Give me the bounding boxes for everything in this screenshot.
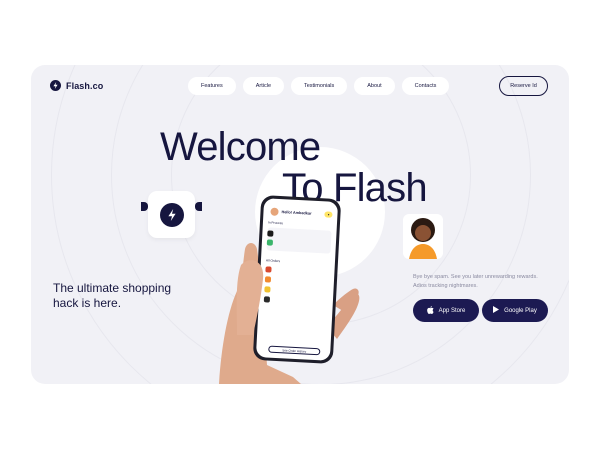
- reserve-id-button[interactable]: Reserve Id: [499, 76, 548, 96]
- nav-item-features[interactable]: Features: [188, 77, 236, 95]
- tile-notch-left: [141, 202, 148, 211]
- google-play-button[interactable]: Google Play: [482, 299, 548, 322]
- flash-logo-icon: [159, 202, 184, 227]
- phone-screen: Hello! Ambedkar ● In Process All Orders …: [255, 198, 339, 361]
- phone-view-orders-button: See Order History: [268, 345, 321, 356]
- hero-tagline: The ultimate shopping hack is here.: [53, 281, 172, 310]
- phone-section-in-process: In Process: [267, 220, 284, 226]
- flash-logo-icon: [50, 80, 61, 91]
- apple-icon: [426, 305, 434, 316]
- nav-item-about[interactable]: About: [354, 77, 395, 95]
- nav-item-article[interactable]: Article: [242, 77, 284, 95]
- phone-greeting: Hello! Ambedkar: [281, 210, 312, 216]
- app-store-button[interactable]: App Store: [413, 299, 479, 322]
- app-store-label: App Store: [438, 307, 466, 314]
- phone-greeting-row: Hello! Ambedkar ●: [270, 207, 333, 219]
- top-nav: Features Article Testimonials About Cont…: [188, 77, 450, 95]
- phone-mockup: Hello! Ambedkar ● In Process All Orders …: [252, 195, 342, 364]
- brand-logo[interactable]: Flash.co: [50, 80, 103, 91]
- phone-avatar: [270, 207, 279, 216]
- phone-section-all-orders: All Orders: [265, 258, 281, 264]
- testimonial-avatar: [403, 214, 443, 259]
- phone-order-row: [263, 295, 328, 306]
- brand-name: Flash.co: [66, 80, 104, 91]
- hero-title-line1: Welcome: [160, 125, 321, 169]
- nav-item-testimonials[interactable]: Testimonials: [291, 77, 348, 95]
- points-badge: ●: [324, 211, 333, 218]
- google-play-label: Google Play: [504, 307, 537, 314]
- play-icon: [493, 306, 500, 315]
- nav-item-contacts[interactable]: Contacts: [401, 77, 450, 95]
- tile-notch-right: [195, 202, 202, 211]
- flash-app-tile: [148, 191, 195, 238]
- hero-blurb: Bye bye spam. See you later unrewarding …: [413, 274, 538, 289]
- hero-card: Flash.co Features Article Testimonials A…: [31, 65, 569, 384]
